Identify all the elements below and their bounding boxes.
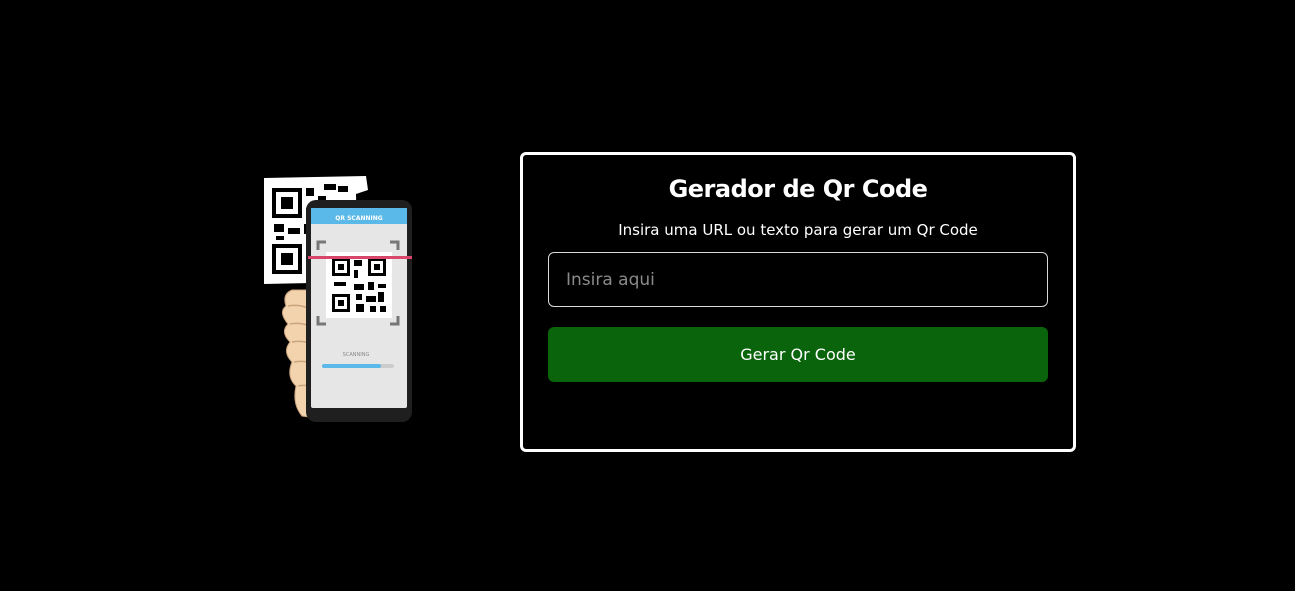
scan-line [308, 256, 412, 259]
page: QR SCANNING SCANNING Gerador de Qr Code … [0, 0, 1295, 591]
scan-progress-fill [322, 364, 381, 368]
phone: QR SCANNING SCANNING [306, 200, 412, 422]
phone-header-label: QR SCANNING [335, 215, 382, 222]
card-subtitle: Insira uma URL ou texto para gerar um Qr… [618, 221, 978, 239]
card-title: Gerador de Qr Code [668, 175, 928, 203]
qr-scan-phone-image: QR SCANNING SCANNING [264, 176, 412, 422]
qr-generator-card: Gerador de Qr Code Insira uma URL ou tex… [520, 152, 1076, 452]
phone-status-label: SCANNING [343, 352, 370, 358]
generate-qr-button[interactable]: Gerar Qr Code [548, 327, 1048, 382]
qr-scanning-illustration: QR SCANNING SCANNING [258, 172, 418, 424]
url-text-input[interactable] [548, 252, 1048, 307]
